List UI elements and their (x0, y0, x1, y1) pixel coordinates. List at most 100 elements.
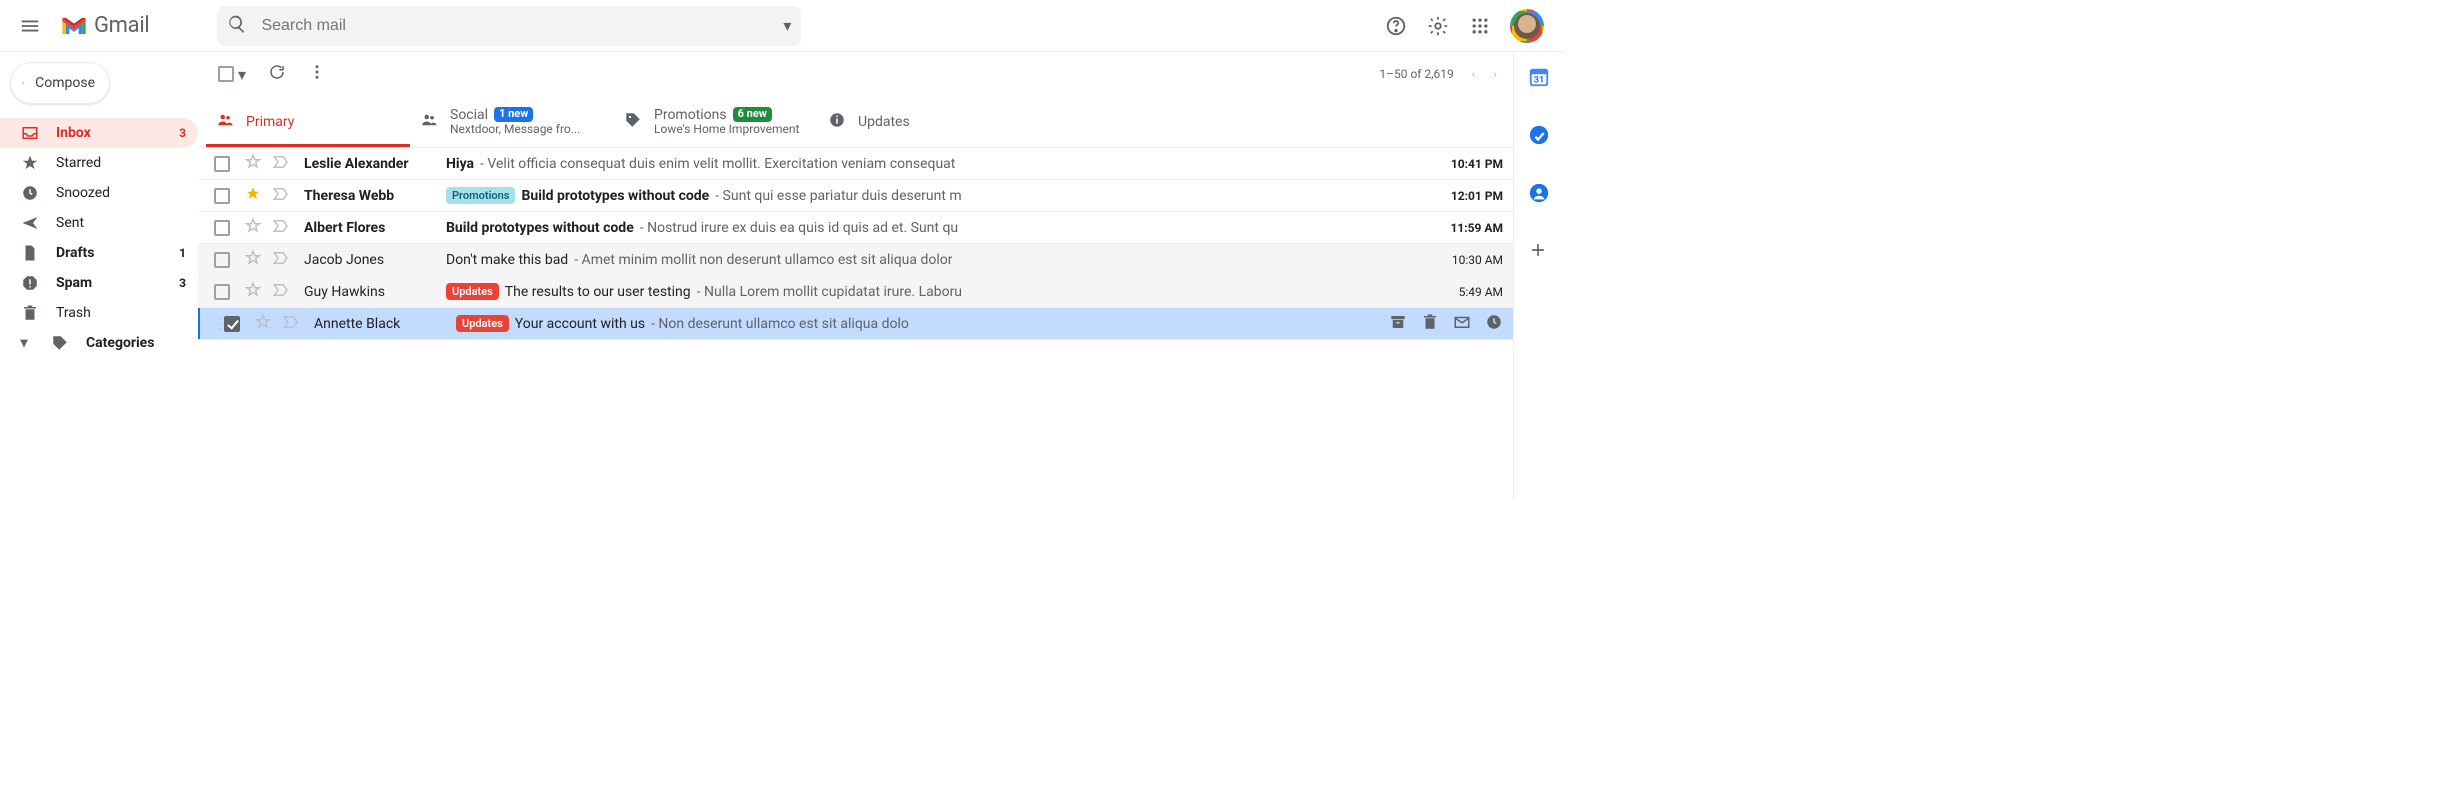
nav-label: Snoozed (56, 185, 110, 201)
tab-primary[interactable]: Primary (206, 96, 410, 147)
select-all-checkbox[interactable] (218, 66, 234, 82)
tab-promotions[interactable]: Promotions6 new Lowe's Home Improvement (614, 96, 818, 147)
tab-label: Updates (858, 114, 910, 130)
star-icon[interactable] (254, 313, 272, 335)
app-header: Gmail ▾ (0, 0, 1564, 52)
time: 11:59 AM (1425, 221, 1503, 235)
contacts-icon[interactable] (1528, 182, 1550, 204)
subject: Build prototypes without code (521, 188, 709, 204)
help-icon[interactable] (1384, 14, 1408, 38)
compose-button[interactable]: Compose (10, 62, 110, 104)
header-actions (1384, 9, 1554, 43)
sender: Annette Black (314, 316, 456, 332)
importance-icon[interactable] (272, 281, 290, 303)
star-icon[interactable] (244, 153, 262, 175)
content-area: ▾ 1–50 of 2,619 ‹ › Primary (198, 52, 1514, 500)
row-checkbox[interactable] (214, 284, 230, 300)
delete-icon[interactable] (1421, 313, 1439, 335)
nav-spam[interactable]: Spam 3 (0, 268, 198, 298)
time: 12:01 PM (1425, 189, 1503, 203)
account-avatar[interactable] (1510, 9, 1544, 43)
row-checkbox[interactable] (214, 188, 230, 204)
search-icon[interactable] (227, 14, 247, 38)
email-row[interactable]: Guy Hawkins UpdatesThe results to our us… (198, 276, 1513, 308)
inbox-icon (20, 123, 40, 143)
importance-icon[interactable] (272, 217, 290, 239)
next-page-icon[interactable]: › (1493, 67, 1497, 81)
nav-sent[interactable]: Sent (0, 208, 198, 238)
spam-icon (20, 273, 40, 293)
email-row[interactable]: Albert Flores Build prototypes without c… (198, 212, 1513, 244)
importance-icon[interactable] (282, 313, 300, 335)
snippet: - Nulla Lorem mollit cupidatat irure. La… (697, 284, 962, 300)
sender: Theresa Webb (304, 188, 446, 204)
time: 10:41 PM (1425, 157, 1503, 171)
sender: Albert Flores (304, 220, 446, 236)
mark-read-icon[interactable] (1453, 313, 1471, 335)
select-dropdown-icon[interactable]: ▾ (238, 65, 246, 84)
time: 5:49 AM (1425, 285, 1503, 299)
info-icon (828, 111, 846, 133)
star-icon[interactable] (244, 185, 262, 207)
settings-gear-icon[interactable] (1426, 14, 1450, 38)
nav-inbox[interactable]: Inbox 3 (0, 118, 198, 148)
email-row[interactable]: Theresa Webb PromotionsBuild prototypes … (198, 180, 1513, 212)
nav-label: Trash (56, 305, 91, 321)
tab-updates[interactable]: Updates (818, 96, 1022, 147)
email-row[interactable]: ⋮⋮ Annette Black UpdatesYour account wit… (198, 308, 1513, 340)
row-checkbox[interactable] (214, 252, 230, 268)
gmail-logo[interactable]: Gmail (60, 13, 149, 38)
subject: Hiya (446, 156, 474, 172)
people-icon (420, 111, 438, 133)
nav-trash[interactable]: Trash (0, 298, 198, 328)
clock-icon (20, 183, 40, 203)
time: 10:30 AM (1425, 253, 1503, 267)
tab-badge: 1 new (494, 107, 533, 122)
tab-label: Social (450, 107, 488, 123)
row-checkbox[interactable] (214, 156, 230, 172)
tag-icon (624, 111, 642, 133)
refresh-icon[interactable] (268, 63, 286, 85)
drag-handle-icon[interactable]: ⋮⋮ (214, 316, 224, 332)
calendar-icon[interactable]: 31 (1528, 66, 1550, 88)
main-menu-icon[interactable] (14, 10, 46, 42)
file-icon (20, 243, 40, 263)
nav-snoozed[interactable]: Snoozed (0, 178, 198, 208)
row-checkbox[interactable] (214, 220, 230, 236)
email-row[interactable]: Leslie Alexander Hiya - Velit officia co… (198, 148, 1513, 180)
nav-label: Sent (56, 215, 84, 231)
nav-drafts[interactable]: Drafts 1 (0, 238, 198, 268)
nav-categories[interactable]: ▾ Categories (0, 328, 198, 358)
search-options-icon[interactable]: ▾ (783, 16, 791, 35)
nav-label: Drafts (56, 245, 94, 261)
search-input[interactable] (261, 17, 769, 35)
tab-badge: 6 new (733, 107, 772, 122)
add-addon-icon[interactable] (1528, 240, 1550, 262)
search-bar[interactable]: ▾ (217, 6, 801, 46)
star-icon[interactable] (244, 249, 262, 271)
archive-icon[interactable] (1389, 313, 1407, 335)
keep-icon[interactable] (1528, 124, 1550, 146)
tag-icon (50, 333, 70, 353)
more-icon[interactable] (308, 63, 326, 85)
nav-label: Starred (56, 155, 101, 171)
mail-toolbar: ▾ 1–50 of 2,619 ‹ › (198, 52, 1513, 96)
email-row[interactable]: Jacob Jones Don't make this bad - Amet m… (198, 244, 1513, 276)
nav-starred[interactable]: Starred (0, 148, 198, 178)
importance-icon[interactable] (272, 185, 290, 207)
category-tabs: Primary Social1 new Nextdoor, Message fr… (198, 96, 1513, 148)
sender: Leslie Alexander (304, 156, 446, 172)
prev-page-icon[interactable]: ‹ (1472, 67, 1476, 81)
row-checkbox[interactable] (224, 316, 240, 332)
importance-icon[interactable] (272, 153, 290, 175)
tab-social[interactable]: Social1 new Nextdoor, Message fro... (410, 96, 614, 147)
star-icon[interactable] (244, 217, 262, 239)
snooze-icon[interactable] (1485, 313, 1503, 335)
category-chip: Updates (446, 283, 499, 300)
sender: Guy Hawkins (304, 284, 446, 300)
importance-icon[interactable] (272, 249, 290, 271)
snippet: - Non deserunt ullamco est sit aliqua do… (651, 316, 909, 332)
apps-grid-icon[interactable] (1468, 14, 1492, 38)
star-icon[interactable] (244, 281, 262, 303)
nav-label: Inbox (56, 125, 91, 141)
